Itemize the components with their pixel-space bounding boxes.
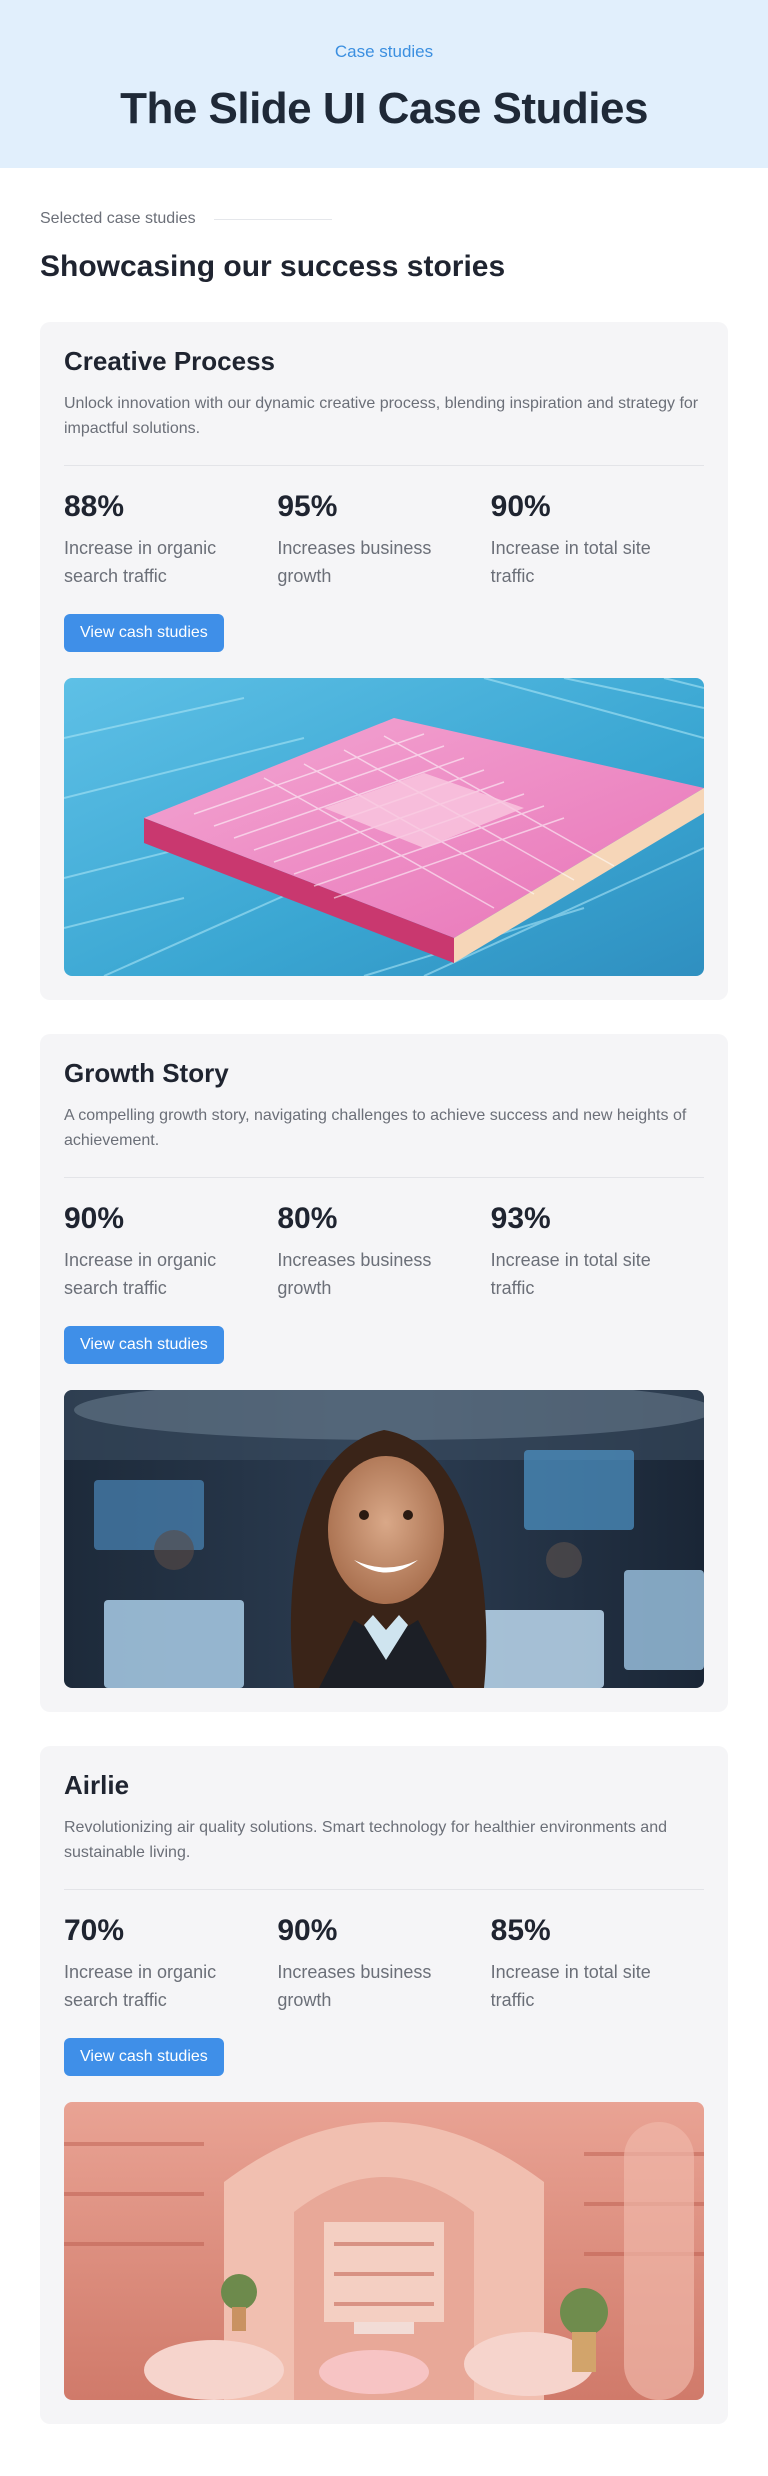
card-title: Growth Story [64, 1058, 229, 1088]
view-case-studies-button[interactable]: View cash studies [64, 614, 224, 652]
card-title: Creative Process [64, 346, 276, 376]
stat-caption: Increase in organic search traffic [64, 1250, 217, 1298]
office-portrait-illustration [64, 1390, 704, 1688]
pink-store-illustration [64, 2102, 704, 2400]
stat-caption: Increase in total site traffic [490, 538, 651, 586]
stats-row: 70% Increase in organic search traffic 9… [64, 1914, 704, 2014]
hero-section: Case studies The Slide UI Case Studies [0, 0, 768, 168]
case-study-list: Creative Process Unlock innovation with … [0, 284, 768, 2424]
store-image [64, 2102, 704, 2400]
stat-item: 85% Increase in total site traffic [491, 1914, 704, 2014]
case-study-card: Creative Process Unlock innovation with … [40, 322, 728, 1000]
stats-row: 90% Increase in organic search traffic 8… [64, 1202, 704, 1302]
view-case-studies-button[interactable]: View cash studies [64, 1326, 224, 1364]
stat-value: 95% [277, 490, 338, 523]
stat-value: 70% [64, 1914, 125, 1947]
stat-caption: Increase in organic search traffic [64, 1962, 217, 2010]
page-title: The Slide UI Case Studies [120, 84, 648, 133]
stat-item: 90% Increases business growth [277, 1914, 490, 2014]
stat-value: 90% [490, 490, 551, 523]
stat-item: 70% Increase in organic search traffic [64, 1914, 277, 2014]
stat-caption: Increases business growth [277, 1962, 432, 2010]
portrait-image [64, 1390, 704, 1688]
case-study-card: Airlie Revolutionizing air quality solut… [40, 1746, 728, 2424]
view-case-studies-button[interactable]: View cash studies [64, 2038, 224, 2076]
stat-value: 80% [277, 1202, 338, 1235]
stat-value: 90% [277, 1914, 338, 1947]
circuit-chip-illustration [64, 678, 704, 976]
card-description: Unlock innovation with our dynamic creat… [64, 395, 699, 437]
stat-item: 93% Increase in total site traffic [491, 1202, 704, 1302]
stat-item: 80% Increases business growth [277, 1202, 490, 1302]
case-study-card: Growth Story A compelling growth story, … [40, 1034, 728, 1712]
stat-value: 93% [490, 1202, 551, 1235]
section-label-row: Selected case studies [40, 210, 728, 228]
card-title: Airlie [64, 1770, 130, 1800]
stat-item: 88% Increase in organic search traffic [64, 490, 277, 590]
intro-section: Selected case studies Showcasing our suc… [0, 168, 768, 284]
section-label: Selected case studies [40, 210, 196, 227]
chip-image [64, 678, 704, 976]
stats-row: 88% Increase in organic search traffic 9… [64, 490, 704, 590]
stat-caption: Increase in organic search traffic [64, 538, 217, 586]
stat-value: 85% [490, 1914, 551, 1947]
card-divider [64, 1889, 704, 1890]
stat-item: 90% Increase in total site traffic [491, 490, 704, 590]
stat-caption: Increases business growth [277, 538, 432, 586]
label-divider [213, 218, 332, 220]
card-description: Revolutionizing air quality solutions. S… [64, 1819, 667, 1861]
stat-value: 88% [64, 490, 125, 523]
hero-eyebrow: Case studies [334, 42, 434, 61]
card-description: A compelling growth story, navigating ch… [64, 1107, 687, 1149]
card-divider [64, 1177, 704, 1178]
section-heading: Showcasing our success stories [40, 250, 506, 283]
stat-caption: Increase in total site traffic [490, 1250, 651, 1298]
stat-value: 90% [64, 1202, 125, 1235]
stat-item: 90% Increase in organic search traffic [64, 1202, 277, 1302]
stat-caption: Increase in total site traffic [490, 1962, 651, 2010]
card-divider [64, 465, 704, 466]
stat-caption: Increases business growth [277, 1250, 432, 1298]
stat-item: 95% Increases business growth [277, 490, 490, 590]
